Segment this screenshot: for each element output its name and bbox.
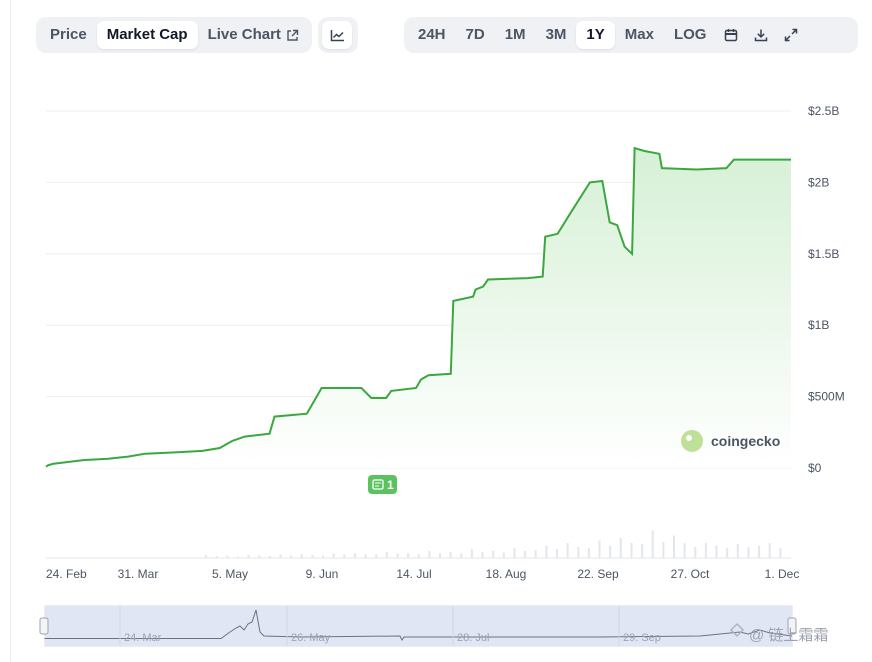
x-tick-label: 27. Oct (671, 567, 710, 581)
y-tick-label: $2B (808, 175, 829, 189)
x-tick-label: 18. Aug (486, 567, 527, 581)
market-cap-area (46, 148, 791, 468)
volume-bar (513, 548, 516, 558)
event-marker[interactable]: 1 (368, 475, 397, 494)
navigator-tick-label: 29. Sep (623, 632, 661, 644)
volume-bar (364, 554, 367, 558)
volume-bar (726, 548, 729, 558)
volume-bar (332, 553, 335, 558)
volume-bar (545, 545, 548, 558)
volume-bar (375, 554, 378, 558)
event-marker-count: 1 (387, 478, 394, 492)
volume-bar (407, 553, 410, 558)
navigator-tick-label: 26. May (291, 632, 331, 644)
volume-bar (556, 549, 558, 558)
navigator-tick-label: 24. Mar (124, 632, 162, 644)
y-tick-label: $0 (808, 461, 822, 475)
market-cap-chart: $0 $500M $1B $1.5B $2B $2.5B 24. Feb 31. Mar 5.… (39, 104, 845, 647)
volume-bar (619, 538, 622, 558)
x-tick-label: 31. Mar (118, 567, 159, 581)
volume-bar (641, 544, 644, 558)
volume-bar (439, 553, 441, 558)
volume-bar (428, 551, 431, 558)
x-tick-label: 5. May (212, 567, 248, 581)
volume-bar (758, 545, 761, 558)
gecko-icon (681, 430, 703, 452)
x-tick-label: 24. Feb (46, 567, 87, 581)
coingecko-logo: coingecko (681, 430, 780, 452)
volume-bar (449, 552, 452, 558)
y-tick-label: $1B (808, 318, 829, 332)
volume-bar (768, 543, 771, 558)
volume-bar (779, 548, 782, 558)
volume-bar (651, 530, 654, 558)
volume-bar (353, 553, 356, 558)
volume-bar (481, 552, 484, 558)
volume-bar (694, 547, 697, 558)
navigator-handle-left (39, 617, 49, 635)
volume-bar (704, 543, 707, 558)
coingecko-logo-text: coingecko (711, 433, 780, 449)
volume-bar (502, 552, 505, 558)
volume-bar (343, 554, 346, 558)
volume-bar (673, 535, 675, 558)
x-tick-label: 14. Jul (396, 567, 431, 581)
volume-bar (396, 553, 399, 558)
volume-bar (577, 547, 580, 558)
volume-bar (683, 543, 686, 558)
volume-bar (300, 554, 303, 558)
navigator-tick-label: 28. Jul (457, 632, 489, 644)
volume-bars (46, 530, 791, 559)
y-tick-label: $2.5B (808, 104, 839, 118)
x-axis: 24. Feb 31. Mar 5. May 9. Jun 14. Jul 18. Aug… (46, 567, 799, 581)
gecko-eye-icon (686, 435, 692, 441)
volume-bar (417, 554, 420, 558)
volume-bar (534, 550, 537, 558)
navigator[interactable]: 24. Mar 26. May 28. Jul 29. Sep (39, 605, 797, 647)
volume-bar (736, 544, 739, 558)
y-tick-label: $500M (808, 390, 845, 404)
x-tick-label: 22. Sep (577, 567, 619, 581)
volume-bar (609, 545, 612, 558)
volume-bar (470, 549, 473, 558)
volume-bar (492, 550, 495, 558)
volume-bar (662, 542, 665, 558)
volume-bar (385, 552, 388, 558)
volume-bar (747, 547, 750, 558)
y-tick-label: $1.5B (808, 247, 839, 261)
x-tick-label: 1. Dec (765, 567, 800, 581)
watermark-text: @ 链上霜霜 (749, 627, 828, 644)
volume-bar (279, 554, 282, 558)
volume-bar (598, 540, 601, 558)
volume-bar (566, 543, 569, 558)
volume-bar (460, 553, 463, 558)
y-axis: $0 $500M $1B $1.5B $2B $2.5B (808, 104, 845, 475)
volume-bar (715, 545, 718, 558)
volume-bar (630, 543, 633, 558)
volume-bar (524, 551, 527, 558)
volume-bar (587, 548, 590, 558)
x-tick-label: 9. Jun (306, 567, 339, 581)
